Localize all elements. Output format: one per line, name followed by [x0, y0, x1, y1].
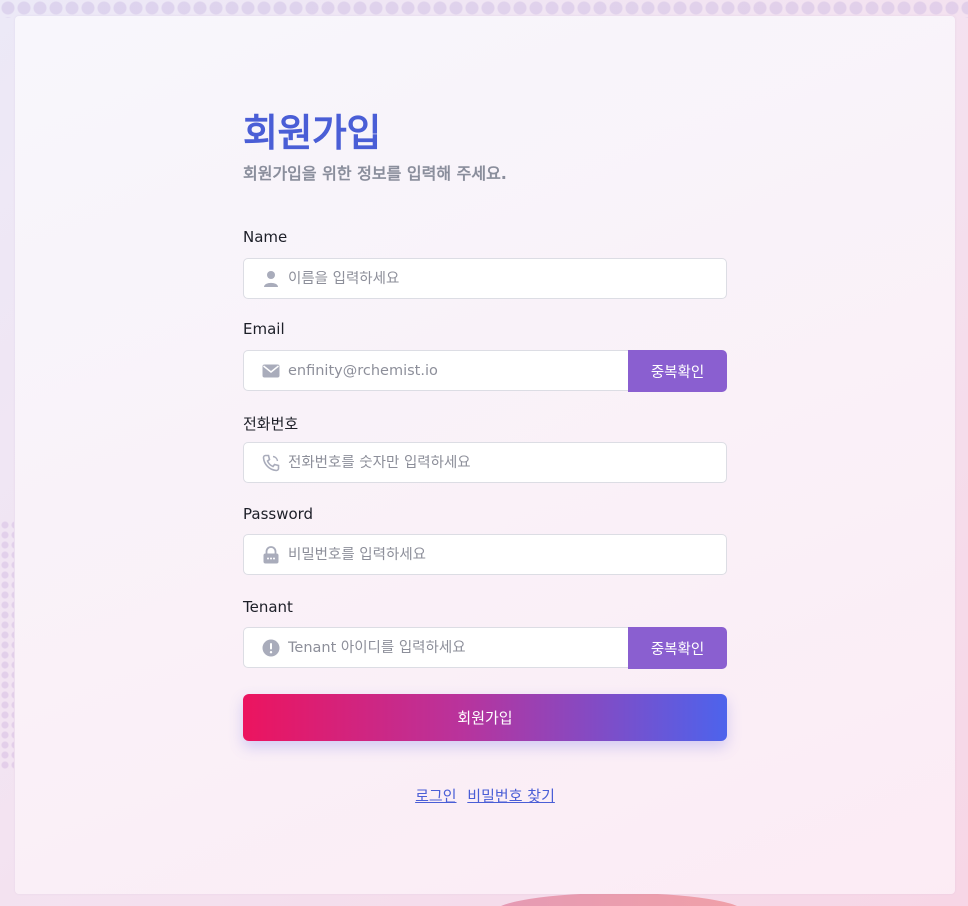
tenant-label: Tenant [243, 598, 293, 616]
signup-card: 회원가입 회원가입을 위한 정보를 입력해 주세요. Name Email 중복… [15, 16, 955, 894]
name-label: Name [243, 228, 288, 246]
email-label: Email [243, 320, 285, 338]
phone-label: 전화번호 [243, 415, 299, 433]
password-field-container [243, 534, 727, 575]
tenant-input[interactable] [288, 639, 628, 656]
footer-links: 로그인 비밀번호 찾기 [243, 785, 727, 806]
email-input[interactable] [288, 362, 628, 379]
find-password-link[interactable]: 비밀번호 찾기 [467, 787, 555, 805]
password-label: Password [243, 505, 314, 523]
tenant-field-container [243, 627, 628, 668]
login-link[interactable]: 로그인 [415, 787, 456, 805]
background-pattern-left [0, 520, 14, 770]
page-title: 회원가입 [243, 111, 381, 155]
email-field-container [243, 350, 628, 391]
lock-icon [262, 545, 280, 564]
page-subtitle: 회원가입을 위한 정보를 입력해 주세요. [243, 164, 507, 183]
background-decoration [493, 893, 745, 906]
name-input[interactable] [288, 270, 726, 287]
phone-icon [262, 454, 280, 472]
tenant-duplicate-check-button[interactable]: 중복확인 [628, 627, 727, 669]
name-field-container [243, 258, 727, 299]
password-input[interactable] [288, 546, 726, 563]
info-icon [262, 639, 280, 657]
phone-input[interactable] [288, 454, 726, 471]
user-icon [262, 270, 280, 288]
phone-field-container [243, 442, 727, 483]
mail-icon [262, 362, 280, 380]
email-duplicate-check-button[interactable]: 중복확인 [628, 350, 727, 392]
signup-submit-button[interactable]: 회원가입 [243, 694, 727, 741]
